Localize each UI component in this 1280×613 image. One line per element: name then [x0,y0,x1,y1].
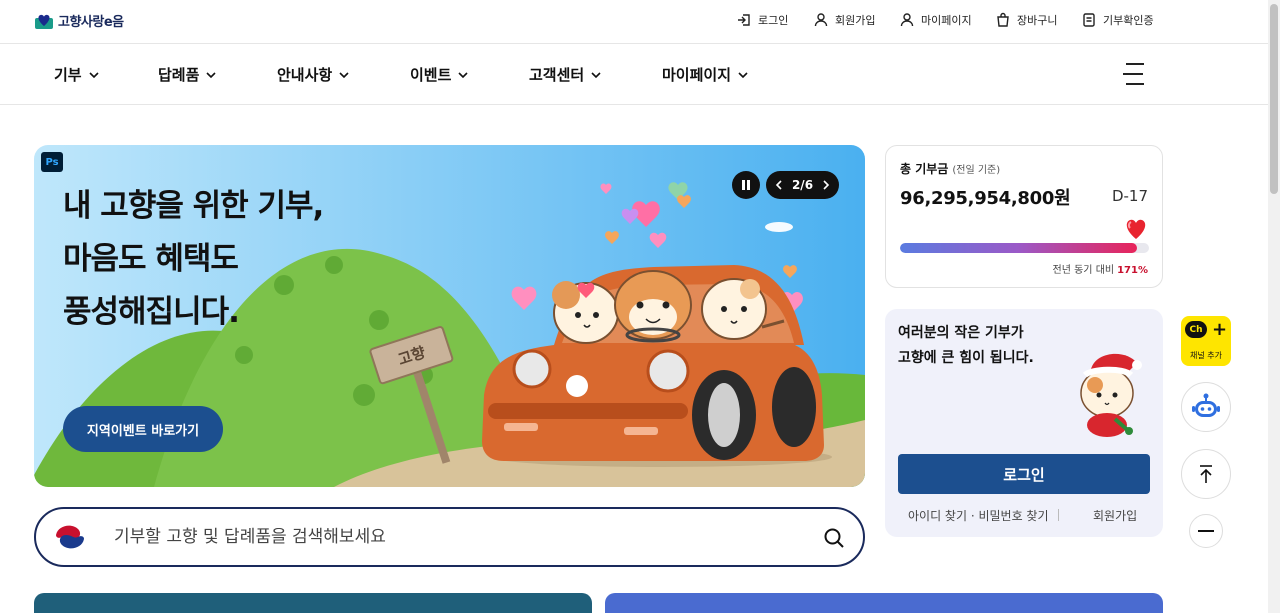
cart-icon [997,12,1009,27]
kakao-channel-button[interactable]: Ch + 채널 추가 [1181,316,1231,366]
nav-item-mypage[interactable]: 마이페이지 [662,64,749,85]
login-card: 여러분의 작은 기부가 고향에 큰 힘이 됩니다. 로그인 아이디 찾기 · 비… [885,309,1163,537]
person-icon [900,13,914,27]
util-mypage[interactable]: 마이페이지 [899,12,972,28]
util-signup[interactable]: 회원가입 [813,12,875,28]
nav-item-donation[interactable]: 기부 [54,64,100,85]
compare-label: 전년 동기 대비 [1052,265,1115,276]
nav-item-events[interactable]: 이벤트 [410,64,469,85]
login-message: 여러분의 작은 기부가 고향에 큰 힘이 됩니다. [898,321,1034,371]
hero-title: 내 고향을 위한 기부, 마음도 혜택도 풍성해집니다. [63,180,324,339]
santa-mascot-icon [1080,353,1142,437]
utility-bar: 고향사랑e음 로그인 회원가입 마이페이지 장바구니 기부확인증 [0,0,1268,44]
logo-text: 고향사랑e음 [58,15,124,30]
nav-item-label: 마이페이지 [662,66,732,84]
nav-item-support[interactable]: 고객센터 [529,64,602,85]
heart-icon [1126,219,1146,239]
link-divider [1058,509,1059,521]
content-card-left[interactable] [34,593,592,613]
donation-progress-bar [900,243,1149,253]
login-message-line: 고향에 큰 힘이 됩니다. [898,350,1034,366]
hero-title-line: 풍성해집니다. [63,294,240,330]
util-login-label: 로그인 [758,14,789,27]
util-receipt[interactable]: 기부확인증 [1081,12,1154,28]
chevron-down-icon [89,71,99,78]
minus-icon [1198,530,1214,532]
util-cart-label: 장바구니 [1017,14,1058,27]
regional-event-button[interactable]: 지역이벤트 바로가기 [63,406,223,452]
nav-item-label: 안내사항 [277,66,333,84]
plus-icon: + [1212,319,1228,340]
total-donation-card: 총 기부금 (전일 기준) 96,295,954,800원 D-17 전년 동기 … [885,145,1163,288]
login-button[interactable]: 로그인 [898,454,1150,494]
chevron-down-icon [738,71,748,78]
search-bar [34,507,865,567]
prev-slide-icon[interactable] [775,180,783,190]
hero-title-line: 마음도 혜택도 [63,241,239,277]
hero-title-line: 내 고향을 위한 기부, [63,188,324,224]
site-logo[interactable]: 고향사랑e음 [34,11,124,30]
collapse-button[interactable] [1189,514,1223,548]
nav-item-guide[interactable]: 안내사항 [277,64,350,85]
chatbot-button[interactable] [1181,382,1231,432]
find-account-link[interactable]: 아이디 찾기 · 비밀번호 찾기 [908,507,1049,524]
hamburger-menu-icon[interactable] [1121,60,1147,88]
government-emblem-icon [55,522,85,552]
main-nav: 기부 답례품 안내사항 이벤트 고객센터 마이페이지 [0,44,1268,105]
robot-icon [1192,393,1220,417]
nav-item-label: 기부 [54,66,82,84]
next-slide-icon[interactable] [822,180,830,190]
scroll-thumb[interactable] [1270,4,1278,194]
login-message-line: 여러분의 작은 기부가 [898,325,1024,341]
content-card-right[interactable] [605,593,1163,613]
nav-item-gifts[interactable]: 답례품 [158,64,217,85]
progress-fill [900,243,1137,253]
total-label-text: 총 기부금 [900,162,949,176]
slide-pager: 2/6 [766,171,839,199]
scroll-top-button[interactable] [1181,449,1231,499]
chevron-down-icon [591,71,601,78]
util-signup-label: 회원가입 [835,14,876,27]
util-mypage-label: 마이페이지 [921,14,972,27]
chevron-down-icon [206,71,216,78]
nav-item-label: 이벤트 [410,66,452,84]
util-receipt-label: 기부확인증 [1103,14,1154,27]
kakao-label: 채널 추가 [1190,351,1222,360]
dday-counter: D-17 [1111,187,1148,205]
photoshop-badge: Ps [41,152,63,172]
total-sub: (전일 기준) [952,165,1001,176]
kakao-channel-icon: Ch [1185,321,1207,338]
pause-icon [742,180,750,190]
pager-text: 2/6 [792,178,813,192]
nav-item-label: 답례품 [158,66,200,84]
login-icon [738,14,750,26]
search-input[interactable] [114,523,714,551]
total-amount: 96,295,954,800원 [900,188,1071,209]
nav-item-label: 고객센터 [529,66,585,84]
person-icon [814,13,828,27]
hero-banner[interactable]: 고향 Ps 내 고향을 위한 기부, 마음도 혜택도 풍성해집니다. 지역이벤트… [34,145,865,487]
page-scrollbar[interactable] [1268,0,1280,613]
total-label: 총 기부금 (전일 기준) [900,160,1000,177]
compare-value: 171% [1117,265,1148,276]
pause-button[interactable] [732,171,760,199]
page: 고향사랑e음 로그인 회원가입 마이페이지 장바구니 기부확인증 기부 답례품 … [0,0,1280,613]
signup-link[interactable]: 회원가입 [1093,507,1137,524]
document-icon [1083,13,1095,27]
util-login[interactable]: 로그인 [736,12,788,28]
search-icon[interactable] [822,526,846,550]
util-cart[interactable]: 장바구니 [995,12,1057,28]
logo-heart-icon [35,14,53,29]
chevron-down-icon [339,71,349,78]
year-compare: 전년 동기 대비 171% [1053,261,1148,276]
chevron-down-icon [458,71,468,78]
pager-total: 6 [804,178,814,192]
arrow-up-icon [1200,465,1212,483]
